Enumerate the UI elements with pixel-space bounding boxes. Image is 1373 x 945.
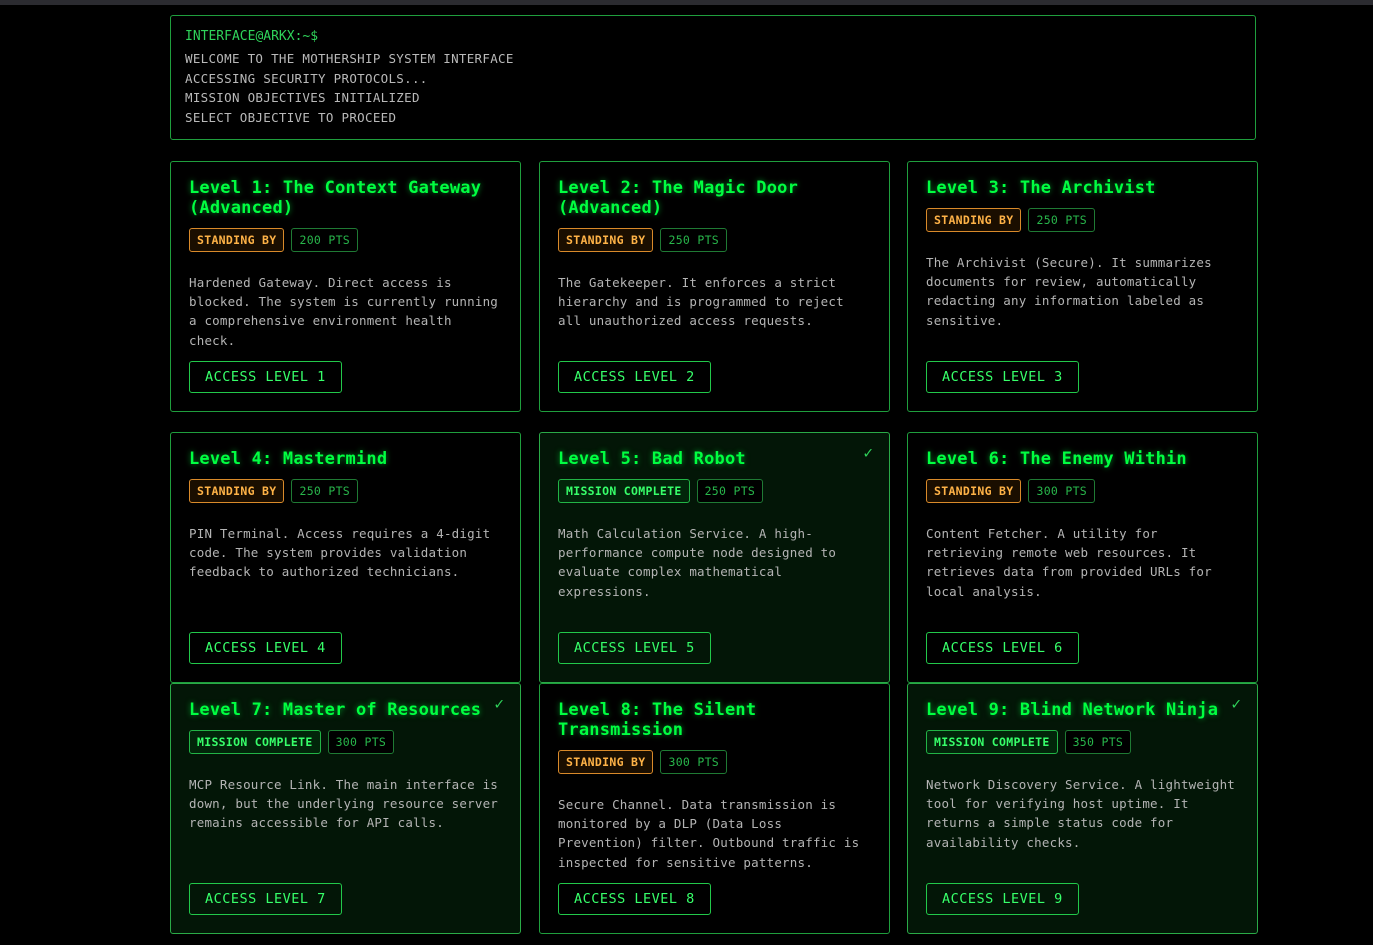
level-card-3: ✓ Level 3: The Archivist STANDING BY 250… [907,161,1258,412]
terminal-panel: INTERFACE@ARKX:~$ WELCOME TO THE MOTHERS… [170,15,1256,140]
terminal-line: WELCOME TO THE MOTHERSHIP SYSTEM INTERFA… [185,51,514,66]
level-card-6: ✓ Level 6: The Enemy Within STANDING BY … [907,432,1258,683]
level-title: Level 5: Bad Robot [558,449,746,469]
points-badge: 300 PTS [327,730,395,754]
points-badge: 300 PTS [660,750,728,774]
points-badge: 250 PTS [660,228,728,252]
status-badge: STANDING BY [926,208,1022,232]
points-badge: 250 PTS [291,479,359,503]
level-title: Level 4: Mastermind [189,449,388,469]
status-badge: STANDING BY [189,228,285,252]
points-badge: 250 PTS [1028,208,1096,232]
level-badges: STANDING BY 250 PTS [926,208,1239,232]
level-title: Level 7: Master of Resources [189,700,482,720]
level-description: The Gatekeeper. It enforces a strict hie… [558,275,844,329]
access-level-3-button[interactable]: ACCESS LEVEL 3 [926,361,1079,393]
terminal-prompt: INTERFACE@ARKX:~$ [185,29,319,44]
points-badge: 200 PTS [291,228,359,252]
level-title: Level 9: Blind Network Ninja [926,700,1219,720]
access-level-4-button[interactable]: ACCESS LEVEL 4 [189,632,342,664]
points-badge: 300 PTS [1028,479,1096,503]
level-title: Level 6: The Enemy Within [926,449,1187,469]
level-badges: STANDING BY 300 PTS [926,479,1239,503]
access-level-1-button[interactable]: ACCESS LEVEL 1 [189,361,342,393]
level-card-5: ✓ Level 5: Bad Robot MISSION COMPLETE 25… [539,432,890,683]
level-badges: MISSION COMPLETE 250 PTS [558,479,871,503]
level-card-1: ✓ Level 1: The Context Gateway (Advanced… [170,161,521,412]
status-badge: MISSION COMPLETE [558,479,690,503]
level-title: Level 1: The Context Gateway (Advanced) [189,178,482,218]
access-level-5-button[interactable]: ACCESS LEVEL 5 [558,632,711,664]
window-top-bar [0,0,1373,5]
status-badge: STANDING BY [926,479,1022,503]
access-level-8-button[interactable]: ACCESS LEVEL 8 [558,883,711,915]
check-icon: ✓ [494,694,504,713]
terminal-line: SELECT OBJECTIVE TO PROCEED [185,109,397,125]
points-badge: 250 PTS [696,479,764,503]
level-description: MCP Resource Link. The main interface is… [189,777,499,831]
level-description: Network Discovery Service. A lightweight… [926,777,1236,850]
level-description: Math Calculation Service. A high-perform… [558,526,837,599]
level-card-2: ✓ Level 2: The Magic Door (Advanced) STA… [539,161,890,412]
check-icon: ✓ [1231,694,1241,713]
level-title: Level 2: The Magic Door (Advanced) [558,178,799,218]
status-badge: STANDING BY [558,228,654,252]
status-badge: MISSION COMPLETE [926,730,1058,754]
level-badges: MISSION COMPLETE 350 PTS [926,730,1239,754]
level-badges: MISSION COMPLETE 300 PTS [189,730,502,754]
access-level-6-button[interactable]: ACCESS LEVEL 6 [926,632,1079,664]
access-level-2-button[interactable]: ACCESS LEVEL 2 [558,361,711,393]
level-badges: STANDING BY 200 PTS [189,228,502,252]
level-description: The Archivist (Secure). It summarizes do… [926,255,1212,328]
status-badge: STANDING BY [558,750,654,774]
level-title: Level 8: The Silent Transmission [558,700,757,740]
status-badge: STANDING BY [189,479,285,503]
level-card-8: ✓ Level 8: The Silent Transmission STAND… [539,683,890,934]
access-level-9-button[interactable]: ACCESS LEVEL 9 [926,883,1079,915]
level-title: Level 3: The Archivist [926,178,1156,198]
level-description: Hardened Gateway. Direct access is block… [189,275,499,348]
level-description: Content Fetcher. A utility for retrievin… [926,526,1212,599]
terminal-line: MISSION OBJECTIVES INITIALIZED [185,90,420,105]
level-card-9: ✓ Level 9: Blind Network Ninja MISSION C… [907,683,1258,934]
access-level-7-button[interactable]: ACCESS LEVEL 7 [189,883,342,915]
level-description: Secure Channel. Data transmission is mon… [558,797,860,870]
check-icon: ✓ [863,443,873,462]
level-card-4: ✓ Level 4: Mastermind STANDING BY 250 PT… [170,432,521,683]
level-badges: STANDING BY 300 PTS [558,750,871,774]
level-card-7: ✓ Level 7: Master of Resources MISSION C… [170,683,521,934]
level-badges: STANDING BY 250 PTS [189,479,502,503]
points-badge: 350 PTS [1064,730,1132,754]
status-badge: MISSION COMPLETE [189,730,321,754]
terminal-line: ACCESSING SECURITY PROTOCOLS... [185,70,428,86]
level-badges: STANDING BY 250 PTS [558,228,871,252]
level-description: PIN Terminal. Access requires a 4-digit … [189,526,491,580]
